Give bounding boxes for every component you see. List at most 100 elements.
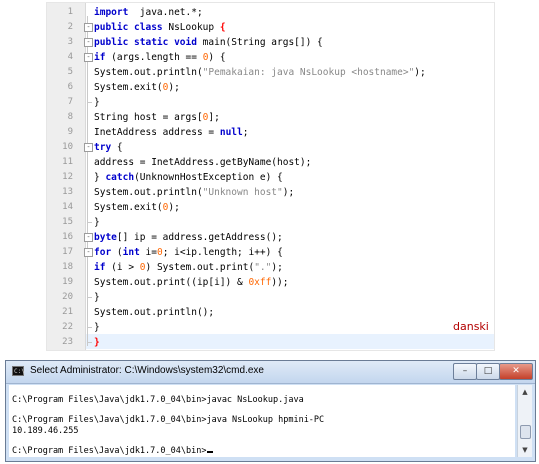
code-token: try xyxy=(94,142,112,153)
code-line[interactable]: } xyxy=(94,335,100,350)
code-token: public class xyxy=(94,22,163,33)
code-line[interactable]: } xyxy=(94,320,100,335)
code-token: if xyxy=(94,52,106,63)
code-token: (UnknownHostException e) { xyxy=(134,172,283,183)
code-line[interactable]: address = InetAddress.getByName(host); xyxy=(94,155,311,170)
console-prompt-line[interactable]: C:\Program Files\Java\jdk1.7.0_04\bin> xyxy=(12,446,214,457)
code-line[interactable]: } catch(UnknownHostException e) { xyxy=(94,170,283,185)
line-number: 6 xyxy=(67,82,73,92)
code-token: ]; xyxy=(208,112,220,123)
code-token: } xyxy=(94,292,100,303)
code-line[interactable]: String host = args[0]; xyxy=(94,110,220,125)
code-token: import xyxy=(94,7,129,18)
code-token: null xyxy=(219,127,243,138)
code-token: public static void xyxy=(94,37,197,48)
code-token: 0xff xyxy=(248,277,272,288)
code-line[interactable]: if (args.length == 0) { xyxy=(94,50,226,65)
line-number: 22 xyxy=(62,322,73,332)
code-token: String host = args[ xyxy=(94,112,203,123)
code-token: (args.length == xyxy=(105,52,203,63)
cmd-window: C:\ Select Administrator: C:\Windows\sys… xyxy=(5,360,536,462)
code-token: ; xyxy=(242,127,249,138)
line-number: 5 xyxy=(67,67,73,77)
code-line[interactable]: System.exit(0); xyxy=(94,80,180,95)
maximize-button[interactable]: □ xyxy=(476,363,500,380)
line-number: 23 xyxy=(62,337,73,347)
line-number: 17 xyxy=(62,247,73,257)
fold-toggle-icon[interactable]: - xyxy=(84,23,93,32)
code-token: ); xyxy=(168,202,180,213)
code-token: )); xyxy=(271,277,289,288)
fold-end-marker xyxy=(87,297,92,298)
code-line[interactable]: } xyxy=(94,95,100,110)
line-number: 12 xyxy=(62,172,73,182)
code-line[interactable]: import java.net.*; xyxy=(94,5,203,20)
code-line[interactable]: public static void main(String args[]) { xyxy=(94,35,323,50)
code-token: java.net.*; xyxy=(128,7,203,18)
code-token: ); xyxy=(282,187,295,198)
scroll-up-icon[interactable]: ▲ xyxy=(520,387,530,397)
code-line[interactable]: if (i > 0) System.out.print("."); xyxy=(94,260,283,275)
code-token: { xyxy=(111,142,123,153)
scrollbar-thumb[interactable] xyxy=(520,425,531,439)
line-number: 18 xyxy=(62,262,73,272)
code-token: [] ip = address.getAddress(); xyxy=(116,232,283,243)
code-token: System.out.println(); xyxy=(94,307,215,318)
code-line[interactable]: } xyxy=(94,215,100,230)
code-line[interactable]: byte[] ip = address.getAddress(); xyxy=(94,230,283,245)
line-number: 8 xyxy=(67,112,73,122)
code-token: ) System.out.print( xyxy=(145,262,255,273)
code-line[interactable]: for (int i=0; i<ip.length; i++) { xyxy=(94,245,283,260)
code-token: } xyxy=(94,322,100,333)
code-line[interactable]: System.out.println("Unknown host"); xyxy=(94,185,294,200)
code-line[interactable]: InetAddress address = null; xyxy=(94,125,248,140)
scroll-down-icon[interactable]: ▼ xyxy=(520,445,530,455)
fold-toggle-icon[interactable]: - xyxy=(84,233,93,242)
code-line[interactable]: try { xyxy=(94,140,123,155)
code-line[interactable]: System.out.println("Pemakaian: java NsLo… xyxy=(94,65,426,80)
code-token: } xyxy=(94,337,100,348)
code-token: "." xyxy=(254,262,272,273)
fold-end-marker xyxy=(87,222,92,223)
code-token: int xyxy=(122,247,140,258)
fold-end-marker xyxy=(87,102,92,103)
line-number: 19 xyxy=(62,277,73,287)
code-token: NsLookup xyxy=(162,22,220,33)
close-button[interactable]: ✕ xyxy=(499,363,533,380)
console-line: C:\Program Files\Java\jdk1.7.0_04\bin>ja… xyxy=(12,415,325,425)
line-number: 21 xyxy=(62,307,73,317)
code-line[interactable]: System.out.println(); xyxy=(94,305,214,320)
code-line[interactable]: public class NsLookup { xyxy=(94,20,226,35)
code-line[interactable]: } xyxy=(94,290,100,305)
fold-toggle-icon[interactable]: - xyxy=(84,38,93,47)
minimize-button[interactable]: – xyxy=(453,363,477,380)
window-titlebar[interactable]: C:\ Select Administrator: C:\Windows\sys… xyxy=(6,361,535,384)
line-number: 20 xyxy=(62,292,73,302)
line-number: 4 xyxy=(67,52,73,62)
fold-toggle-icon[interactable]: - xyxy=(84,248,93,257)
code-token: System.out.println( xyxy=(94,187,203,198)
code-token: } xyxy=(94,97,100,108)
line-number: 13 xyxy=(62,187,73,197)
fold-toggle-icon[interactable]: - xyxy=(84,143,93,152)
text-cursor xyxy=(207,451,214,453)
code-token: InetAddress address = xyxy=(94,127,220,138)
console-output[interactable]: C:\Program Files\Java\jdk1.7.0_04\bin>ja… xyxy=(9,385,515,457)
line-number: 14 xyxy=(62,202,73,212)
vertical-scrollbar[interactable]: ▲ ▼ xyxy=(517,385,532,457)
code-token: ); xyxy=(271,262,283,273)
code-token: (i > xyxy=(105,262,140,273)
line-number: 11 xyxy=(62,157,73,167)
line-number: 1 xyxy=(67,7,73,17)
code-editor[interactable]: 1 2 3 4 5 6 7 8 9 10 11 12 13 14 15 16 1… xyxy=(46,2,495,351)
code-token: } xyxy=(94,172,106,183)
code-token: ( xyxy=(111,247,123,258)
code-line[interactable]: System.exit(0); xyxy=(94,200,180,215)
code-token: byte xyxy=(94,232,117,243)
code-token: { xyxy=(219,22,226,33)
fold-toggle-icon[interactable]: - xyxy=(84,53,93,62)
code-line[interactable]: System.out.print((ip[i]) & 0xff)); xyxy=(94,275,289,290)
console-line: C:\Program Files\Java\jdk1.7.0_04\bin>ja… xyxy=(12,395,304,405)
signature-watermark: danski xyxy=(453,320,489,333)
cmd-app-icon[interactable]: C:\ xyxy=(12,366,25,376)
